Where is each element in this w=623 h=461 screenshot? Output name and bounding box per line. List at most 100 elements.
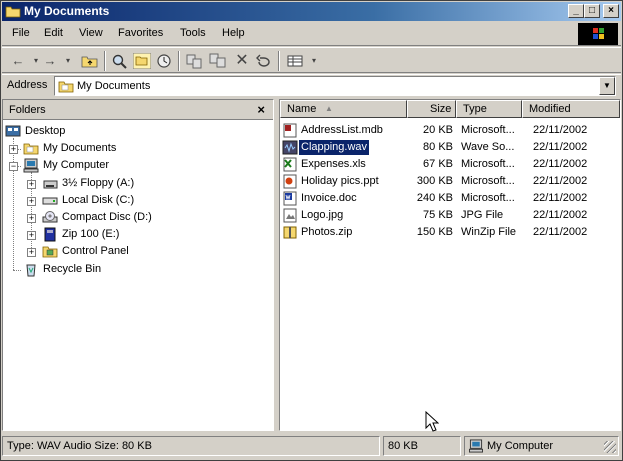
- status-zone-panel: My Computer: [464, 436, 619, 456]
- file-size: 80 KB: [423, 141, 453, 153]
- file-row[interactable]: Invoice.doc 240 KB Microsoft... 22/11/20…: [280, 190, 620, 207]
- address-bar: Address My Documents ▼: [2, 74, 621, 96]
- collapse-icon[interactable]: −: [9, 162, 18, 171]
- file-type: Microsoft...: [461, 175, 515, 187]
- recycle-bin-icon: [26, 264, 36, 277]
- expand-icon[interactable]: +: [27, 231, 36, 240]
- title-bar[interactable]: My Documents _ □ ×: [2, 2, 621, 21]
- expand-icon[interactable]: +: [27, 197, 36, 206]
- file-row[interactable]: Expenses.xls 67 KB Microsoft... 22/11/20…: [280, 156, 620, 173]
- undo-icon[interactable]: [254, 52, 274, 70]
- menu-edit[interactable]: Edit: [44, 27, 63, 39]
- column-size-label: Size: [430, 103, 452, 115]
- menu-tools[interactable]: Tools: [180, 27, 206, 39]
- status-info: Type: WAV Audio Size: 80 KB: [7, 440, 152, 452]
- file-modified: 22/11/2002: [533, 192, 588, 204]
- file-type: Microsoft...: [461, 158, 515, 170]
- status-size: 80 KB: [388, 440, 418, 452]
- file-row[interactable]: AddressList.mdb 20 KB Microsoft... 22/11…: [280, 122, 620, 139]
- window-title: My Documents: [24, 4, 110, 18]
- word-file-icon: [283, 191, 297, 206]
- file-name: Invoice.doc: [301, 192, 357, 204]
- back-icon[interactable]: ←: [8, 52, 28, 70]
- delete-icon[interactable]: ✕: [232, 52, 252, 70]
- folder-icon: [5, 6, 21, 18]
- file-row[interactable]: Holiday pics.ppt 300 KB Microsoft... 22/…: [280, 173, 620, 190]
- history-icon[interactable]: [154, 52, 174, 70]
- file-row-selected[interactable]: Clapping.wav 80 KB Wave So... 22/11/2002: [280, 139, 620, 156]
- address-input[interactable]: My Documents ▼: [54, 76, 616, 96]
- explorer-window: My Documents _ □ × File Edit View Favori…: [0, 0, 623, 461]
- file-size: 150 KB: [416, 226, 453, 238]
- file-row[interactable]: Photos.zip 150 KB WinZip File 22/11/2002: [280, 224, 620, 241]
- expand-icon[interactable]: +: [27, 180, 36, 189]
- file-row[interactable]: Logo.jpg 75 KB JPG File 22/11/2002: [280, 207, 620, 224]
- wave-file-icon: [282, 140, 298, 155]
- expand-icon[interactable]: +: [9, 145, 18, 154]
- file-type: Microsoft...: [461, 192, 515, 204]
- views-icon[interactable]: [286, 52, 306, 70]
- control-panel-icon: [42, 246, 58, 258]
- forward-icon[interactable]: →: [40, 52, 60, 70]
- expand-icon[interactable]: +: [27, 214, 36, 223]
- address-dropdown-button[interactable]: ▼: [599, 77, 615, 95]
- maximize-button[interactable]: □: [584, 4, 600, 18]
- toolbar: ← ▾ → ▾ ✕ ▾: [2, 47, 621, 73]
- floppy-icon: [43, 180, 58, 189]
- file-size: 20 KB: [423, 124, 453, 136]
- up-folder-icon[interactable]: [80, 52, 100, 70]
- mouse-pointer-icon: [425, 411, 439, 432]
- file-size: 75 KB: [423, 209, 453, 221]
- column-header-modified[interactable]: Modified: [522, 100, 620, 118]
- tree-label: Recycle Bin: [43, 263, 102, 275]
- status-size-panel: 80 KB: [383, 436, 461, 456]
- my-documents-icon: [23, 143, 39, 155]
- file-modified: 22/11/2002: [533, 158, 588, 170]
- file-size: 67 KB: [423, 158, 453, 170]
- move-to-icon[interactable]: [184, 52, 204, 70]
- close-pane-icon[interactable]: ×: [257, 102, 265, 117]
- column-header-type[interactable]: Type: [456, 100, 522, 118]
- file-size: 300 KB: [416, 175, 453, 187]
- column-header-size[interactable]: Size: [407, 100, 456, 118]
- tree-line: [13, 138, 14, 270]
- menu-bar: File Edit View Favorites Tools Help: [2, 22, 621, 46]
- copy-to-icon[interactable]: [208, 52, 228, 70]
- file-type: WinZip File: [461, 226, 517, 238]
- file-type: Wave So...: [461, 141, 515, 153]
- menu-favorites[interactable]: Favorites: [118, 27, 163, 39]
- file-name: Logo.jpg: [301, 209, 344, 221]
- folders-pane: Folders × Desktop + My Documents − My Co…: [2, 99, 274, 431]
- file-name: Clapping.wav: [297, 139, 371, 156]
- menu-view[interactable]: View: [79, 27, 103, 39]
- tree-label: My Documents: [43, 142, 117, 154]
- tree-label: My Computer: [43, 159, 110, 171]
- tree-label: Local Disk (C:): [62, 194, 135, 206]
- windows-logo-icon: [578, 23, 618, 45]
- resize-grip-icon[interactable]: [604, 441, 616, 453]
- views-dropdown-icon[interactable]: ▾: [304, 52, 324, 70]
- file-type: Microsoft...: [461, 124, 515, 136]
- column-header-name[interactable]: Name ▲: [280, 100, 407, 118]
- search-icon[interactable]: [110, 52, 130, 70]
- close-button[interactable]: ×: [603, 4, 619, 18]
- expand-icon[interactable]: +: [27, 248, 36, 257]
- file-name: Photos.zip: [301, 226, 353, 238]
- folders-icon[interactable]: [132, 52, 152, 70]
- my-computer-icon: [469, 439, 483, 453]
- file-list: Name ▲ Size Type Modified AddressList.md…: [279, 99, 621, 431]
- tree-label: Control Panel: [62, 245, 129, 257]
- file-size: 240 KB: [416, 192, 453, 204]
- minimize-button[interactable]: _: [568, 4, 584, 18]
- my-computer-icon: [23, 158, 39, 173]
- tree-line: [13, 270, 21, 271]
- forward-dropdown-icon[interactable]: ▾: [58, 52, 78, 70]
- tree-label: Desktop: [25, 125, 66, 137]
- menu-help[interactable]: Help: [222, 27, 245, 39]
- file-modified: 22/11/2002: [533, 226, 588, 238]
- file-modified: 22/11/2002: [533, 124, 588, 136]
- powerpoint-file-icon: [283, 174, 297, 189]
- menu-file[interactable]: File: [12, 27, 30, 39]
- file-modified: 22/11/2002: [533, 175, 588, 187]
- my-documents-icon: [58, 81, 74, 93]
